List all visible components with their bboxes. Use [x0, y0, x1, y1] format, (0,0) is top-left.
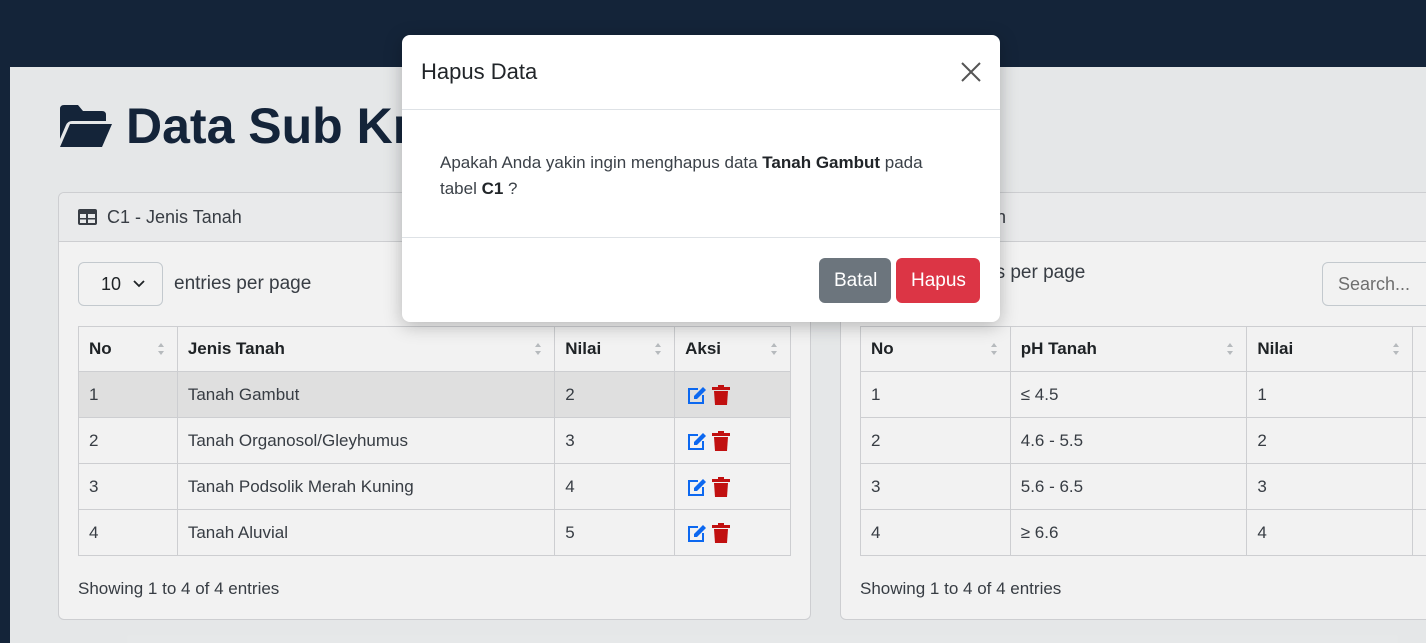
delete-button[interactable]: Hapus: [896, 258, 980, 303]
modal-title: Hapus Data: [421, 59, 538, 84]
delete-confirm-modal: Hapus Data Apakah Anda yakin ingin mengh…: [402, 35, 1000, 322]
modal-footer: Batal Hapus: [402, 238, 1000, 322]
modal-header: Hapus Data: [402, 35, 1000, 110]
modal-item-name: Tanah Gambut: [762, 153, 881, 172]
close-icon[interactable]: [960, 61, 982, 83]
cancel-button[interactable]: Batal: [819, 258, 891, 303]
modal-table-name: C1: [481, 179, 504, 198]
modal-message-suffix: ?: [503, 179, 518, 198]
modal-message-prefix: Apakah Anda yakin ingin menghapus data: [440, 153, 763, 172]
modal-body: Apakah Anda yakin ingin menghapus data T…: [402, 110, 1000, 238]
